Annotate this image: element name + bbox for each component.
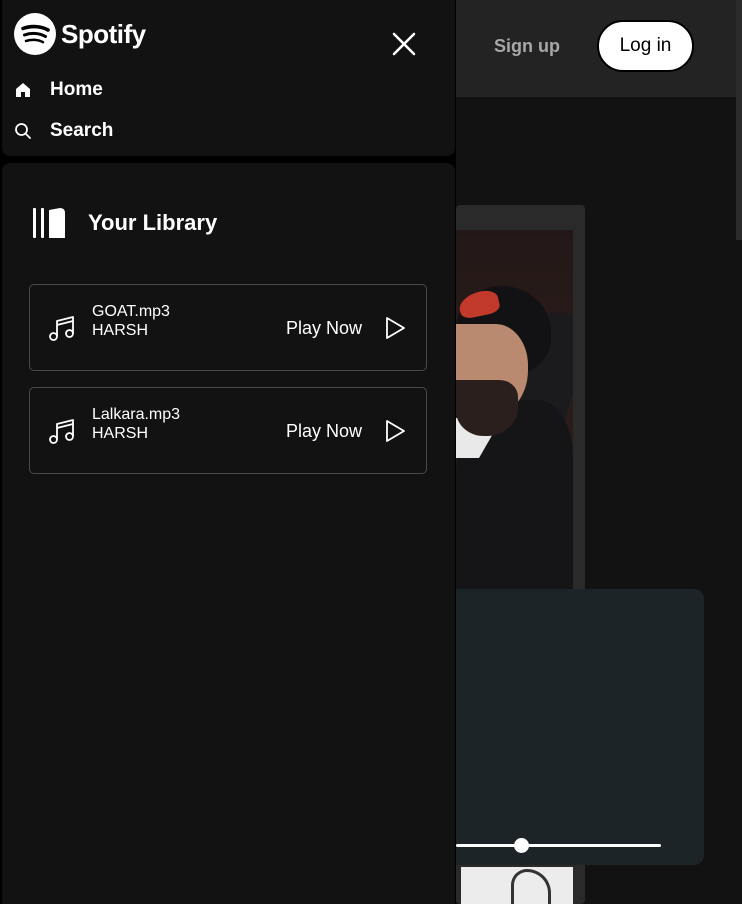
library-icon	[33, 208, 65, 238]
page-scrollbar[interactable]	[736, 0, 742, 240]
music-note-icon	[49, 419, 74, 444]
track-name: GOAT.mp3	[92, 303, 170, 320]
library-title: Your Library	[88, 210, 218, 235]
play-now-button[interactable]: Play Now	[286, 421, 362, 442]
nav-label-search: Search	[50, 120, 114, 141]
track-artist: HARSH	[92, 322, 149, 339]
play-icon[interactable]	[384, 419, 406, 443]
close-button[interactable]	[390, 30, 418, 58]
nav-label-home: Home	[50, 79, 103, 100]
signup-link[interactable]: Sign up	[494, 36, 560, 57]
close-icon	[392, 32, 416, 56]
sidebar: Spotify Home Search Your Library GOAT.mp…	[0, 0, 456, 904]
seek-bar[interactable]	[456, 844, 661, 847]
library-panel	[2, 163, 455, 904]
track-name: Lalkara.mp3	[92, 406, 181, 423]
nav-item-search[interactable]: Search	[14, 120, 113, 142]
nav-item-home[interactable]: Home	[14, 79, 103, 101]
play-icon[interactable]	[384, 316, 406, 340]
track-artist: HARSH	[92, 425, 149, 442]
track-card[interactable]: Lalkara.mp3 HARSH Play Now	[29, 387, 427, 474]
player-panel	[456, 589, 704, 865]
music-note-icon	[49, 316, 74, 341]
home-icon	[14, 81, 32, 99]
login-button[interactable]: Log in	[597, 20, 694, 72]
brand-name: Spotify	[61, 18, 146, 49]
spotify-logo[interactable]: Spotify	[14, 13, 146, 55]
search-icon	[14, 122, 32, 140]
library-header[interactable]: Your Library	[32, 206, 217, 240]
album-artwork	[456, 230, 573, 590]
spotify-icon	[14, 13, 56, 55]
play-now-button[interactable]: Play Now	[286, 318, 362, 339]
track-card[interactable]: GOAT.mp3 HARSH Play Now	[29, 284, 427, 371]
secondary-artwork	[461, 867, 573, 904]
seek-handle[interactable]	[514, 838, 530, 853]
